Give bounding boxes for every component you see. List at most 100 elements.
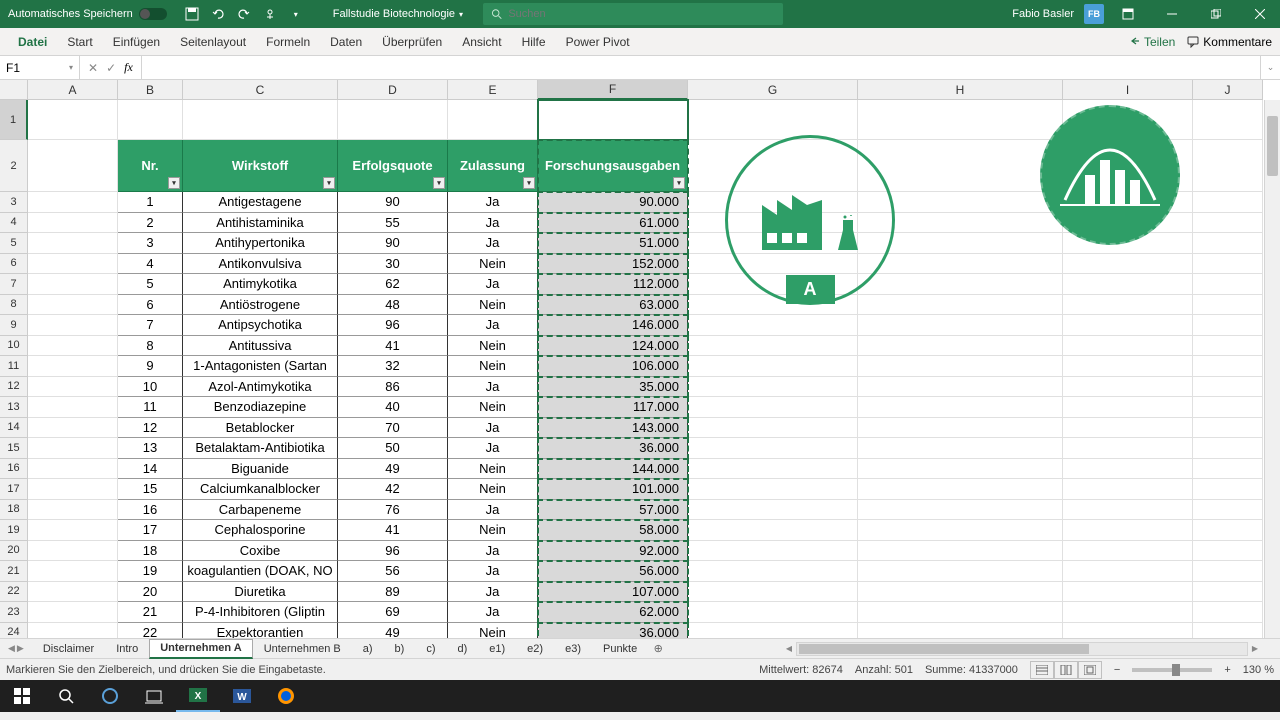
cell-H6[interactable] <box>858 254 1063 275</box>
col-header-I[interactable]: I <box>1063 80 1193 100</box>
sheet-tab-punkte[interactable]: Punkte <box>592 639 648 659</box>
table-cell-zulassung[interactable]: Ja <box>448 192 538 213</box>
table-cell-nr[interactable]: 7 <box>118 315 183 336</box>
cell-J18[interactable] <box>1193 500 1263 521</box>
table-cell-zulassung[interactable]: Nein <box>448 336 538 357</box>
cell-J10[interactable] <box>1193 336 1263 357</box>
ribbon-tab-hilfe[interactable]: Hilfe <box>512 28 556 56</box>
filter-dropdown-icon[interactable] <box>168 177 180 189</box>
sheet-tab-e2[interactable]: e2) <box>516 639 554 659</box>
cell-J6[interactable] <box>1193 254 1263 275</box>
table-cell-erfolgsquote[interactable]: 76 <box>338 500 448 521</box>
table-cell-nr[interactable]: 21 <box>118 602 183 623</box>
cell-A11[interactable] <box>28 356 118 377</box>
table-cell-zulassung[interactable]: Ja <box>448 213 538 234</box>
view-normal-icon[interactable] <box>1030 661 1054 679</box>
table-cell-erfolgsquote[interactable]: 90 <box>338 233 448 254</box>
table-cell-erfolgsquote[interactable]: 56 <box>338 561 448 582</box>
cell-I12[interactable] <box>1063 377 1193 398</box>
table-cell-wirkstoff[interactable]: koagulantien (DOAK, NO <box>183 561 338 582</box>
table-cell-forschung[interactable]: 143.000 <box>538 418 688 439</box>
cell-I18[interactable] <box>1063 500 1193 521</box>
search-input[interactable] <box>508 8 775 20</box>
cell-A22[interactable] <box>28 582 118 603</box>
ribbon-tab-überprüfen[interactable]: Überprüfen <box>372 28 452 56</box>
cell-G11[interactable] <box>688 356 858 377</box>
table-cell-forschung[interactable]: 101.000 <box>538 479 688 500</box>
cell-H8[interactable] <box>858 295 1063 316</box>
table-cell-wirkstoff[interactable]: Cephalosporine <box>183 520 338 541</box>
cell-I15[interactable] <box>1063 438 1193 459</box>
col-header-E[interactable]: E <box>448 80 538 100</box>
table-cell-nr[interactable]: 13 <box>118 438 183 459</box>
row-header-2[interactable]: 2 <box>0 140 28 192</box>
cell-A7[interactable] <box>28 274 118 295</box>
zoom-slider[interactable] <box>1132 668 1212 672</box>
table-header-wirkstoff[interactable]: Wirkstoff <box>183 140 338 192</box>
cell-G9[interactable] <box>688 315 858 336</box>
table-cell-wirkstoff[interactable]: Benzodiazepine <box>183 397 338 418</box>
minimize-button[interactable] <box>1152 0 1192 28</box>
row-header-3[interactable]: 3 <box>0 192 28 213</box>
table-cell-forschung[interactable]: 92.000 <box>538 541 688 562</box>
cell-J7[interactable] <box>1193 274 1263 295</box>
ribbon-tab-power pivot[interactable]: Power Pivot <box>556 28 640 56</box>
table-header-zulassung[interactable]: Zulassung <box>448 140 538 192</box>
table-cell-nr[interactable]: 4 <box>118 254 183 275</box>
cell-H18[interactable] <box>858 500 1063 521</box>
add-sheet-button[interactable]: ⊕ <box>648 642 668 655</box>
cell-G10[interactable] <box>688 336 858 357</box>
undo-icon[interactable] <box>211 7 225 21</box>
table-cell-wirkstoff[interactable]: 1-Antagonisten (Sartan <box>183 356 338 377</box>
col-header-C[interactable]: C <box>183 80 338 100</box>
row-header-18[interactable]: 18 <box>0 500 28 521</box>
table-cell-nr[interactable]: 3 <box>118 233 183 254</box>
table-cell-nr[interactable]: 5 <box>118 274 183 295</box>
row-header-14[interactable]: 14 <box>0 418 28 439</box>
table-cell-erfolgsquote[interactable]: 42 <box>338 479 448 500</box>
cell-A4[interactable] <box>28 213 118 234</box>
ribbon-options-icon[interactable] <box>1108 0 1148 28</box>
cell-A2[interactable] <box>28 140 118 192</box>
table-cell-forschung[interactable]: 146.000 <box>538 315 688 336</box>
comments-button[interactable]: Kommentare <box>1187 35 1272 49</box>
table-cell-forschung[interactable]: 57.000 <box>538 500 688 521</box>
table-cell-erfolgsquote[interactable]: 49 <box>338 459 448 480</box>
tab-nav-next-icon[interactable]: ▶ <box>17 643 24 654</box>
filter-dropdown-icon[interactable] <box>323 177 335 189</box>
vertical-scrollbar[interactable] <box>1264 100 1280 638</box>
cell-G17[interactable] <box>688 479 858 500</box>
cell-G20[interactable] <box>688 541 858 562</box>
cell-A9[interactable] <box>28 315 118 336</box>
table-cell-forschung[interactable]: 90.000 <box>538 192 688 213</box>
table-cell-erfolgsquote[interactable]: 32 <box>338 356 448 377</box>
cell-G15[interactable] <box>688 438 858 459</box>
cell-I20[interactable] <box>1063 541 1193 562</box>
touch-mode-icon[interactable] <box>263 7 277 21</box>
table-cell-nr[interactable]: 20 <box>118 582 183 603</box>
table-cell-erfolgsquote[interactable]: 96 <box>338 541 448 562</box>
scroll-right-icon[interactable]: ▶ <box>1248 644 1262 653</box>
qat-dropdown-icon[interactable]: ▾ <box>289 7 303 21</box>
table-cell-erfolgsquote[interactable]: 50 <box>338 438 448 459</box>
table-cell-forschung[interactable]: 124.000 <box>538 336 688 357</box>
table-cell-wirkstoff[interactable]: Betablocker <box>183 418 338 439</box>
col-header-B[interactable]: B <box>118 80 183 100</box>
table-cell-forschung[interactable]: 112.000 <box>538 274 688 295</box>
row-header-8[interactable]: 8 <box>0 295 28 316</box>
table-cell-wirkstoff[interactable]: P-4-Inhibitoren (Gliptin <box>183 602 338 623</box>
cell-G18[interactable] <box>688 500 858 521</box>
col-header-A[interactable]: A <box>28 80 118 100</box>
sheet-tab-b[interactable]: b) <box>384 639 416 659</box>
table-cell-forschung[interactable]: 35.000 <box>538 377 688 398</box>
cell-I8[interactable] <box>1063 295 1193 316</box>
cell-J19[interactable] <box>1193 520 1263 541</box>
table-cell-forschung[interactable]: 36.000 <box>538 438 688 459</box>
table-header-erfolgsquote[interactable]: Erfolgsquote <box>338 140 448 192</box>
cell-I11[interactable] <box>1063 356 1193 377</box>
table-cell-zulassung[interactable]: Ja <box>448 582 538 603</box>
col-header-G[interactable]: G <box>688 80 858 100</box>
cell-H15[interactable] <box>858 438 1063 459</box>
cell-H17[interactable] <box>858 479 1063 500</box>
table-cell-forschung[interactable]: 51.000 <box>538 233 688 254</box>
